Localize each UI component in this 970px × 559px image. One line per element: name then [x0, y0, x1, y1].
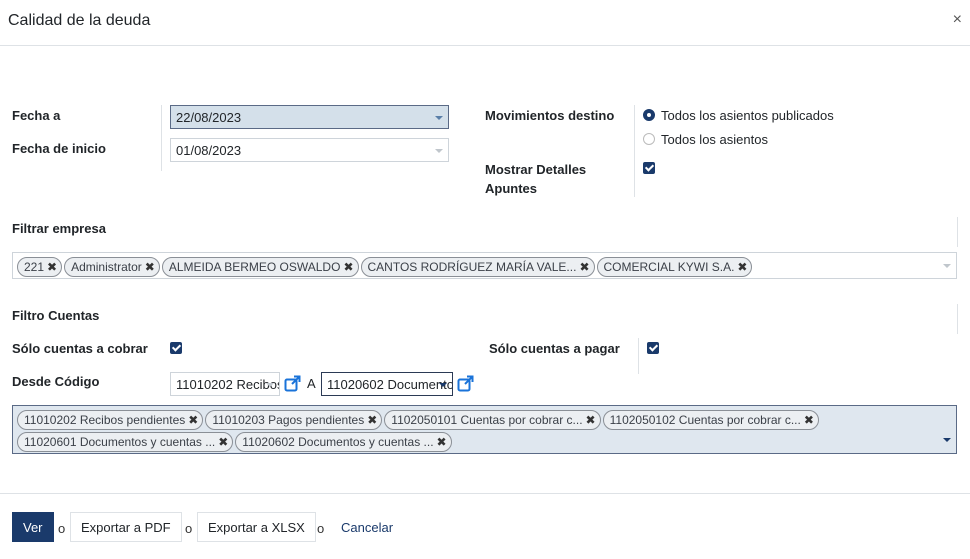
- tag-label: Administrator: [71, 260, 142, 274]
- tag-label: CANTOS RODRÍGUEZ MARÍA VALE...: [367, 260, 577, 274]
- chevron-down-icon[interactable]: [943, 264, 951, 268]
- cuentas-tag-input[interactable]: 11010202 Recibos pendientes ✖ 11010203 Pag…: [12, 405, 957, 454]
- dialog-footer: Ver o Exportar a PDF o Exportar a XLSX o…: [0, 493, 970, 559]
- fecha-inicio-value: 01/08/2023: [176, 143, 242, 158]
- tag-cuenta: 1102050102 Cuentas por cobrar c... ✖: [602, 410, 819, 430]
- desde-codigo-label: Desde Código: [12, 374, 100, 389]
- fecha-a-label: Fecha a: [12, 108, 61, 123]
- divider: [957, 217, 958, 247]
- tag-cuenta: 11020601 Documentos y cuentas ... ✖: [17, 432, 234, 452]
- remove-tag-icon[interactable]: ✖: [586, 413, 596, 427]
- divider: [161, 105, 162, 171]
- detalles-label-1: Mostrar Detalles: [485, 162, 587, 177]
- chevron-down-icon: [435, 149, 443, 153]
- tag-empresa: ALMEIDA BERMEO OSWALDO ✖: [161, 257, 359, 277]
- chevron-down-icon[interactable]: [943, 438, 951, 442]
- remove-tag-icon[interactable]: ✖: [47, 260, 57, 274]
- chevron-down-icon: [439, 383, 447, 387]
- cobrar-checkbox[interactable]: [170, 342, 182, 354]
- tag-label: 11020602 Documentos y cuentas ...: [242, 435, 434, 449]
- tag-cuenta: 11010202 Recibos pendientes ✖: [17, 410, 204, 430]
- pagar-label: Sólo cuentas a pagar: [489, 341, 620, 356]
- to-value: 11020602 Documentos y cuentas: [327, 377, 452, 392]
- divider: [957, 304, 958, 334]
- tag-empresa: Administrator ✖: [64, 257, 160, 277]
- external-link-icon[interactable]: [284, 375, 301, 392]
- remove-tag-icon[interactable]: ✖: [737, 260, 747, 274]
- detalles-checkbox[interactable]: [643, 162, 655, 174]
- close-icon[interactable]: ×: [953, 11, 962, 29]
- or-text: o: [58, 521, 66, 536]
- tag-empresa: 221 ✖: [17, 257, 63, 277]
- tag-cuenta: 11020602 Documentos y cuentas ... ✖: [235, 432, 452, 452]
- fecha-a-value: 22/08/2023: [176, 110, 242, 125]
- remove-tag-icon[interactable]: ✖: [804, 413, 814, 427]
- remove-tag-icon[interactable]: ✖: [145, 260, 155, 274]
- or-text: o: [185, 521, 193, 536]
- radio-todos-label[interactable]: Todos los asientos: [661, 132, 768, 147]
- tag-label: 1102050102 Cuentas por cobrar c...: [609, 413, 801, 427]
- filtrar-empresa-label: Filtrar empresa: [12, 221, 106, 236]
- radio-publicados-label[interactable]: Todos los asientos publicados: [661, 108, 834, 123]
- tag-label: 1102050101 Cuentas por cobrar c...: [391, 413, 583, 427]
- desde-codigo-from-field[interactable]: 11010202 Recibos pendientes: [170, 372, 280, 396]
- fecha-a-field[interactable]: 22/08/2023: [170, 105, 449, 129]
- tag-label: 11010202 Recibos pendientes: [24, 413, 186, 427]
- tag-label: ALMEIDA BERMEO OSWALDO: [168, 260, 341, 274]
- filtro-cuentas-label: Filtro Cuentas: [12, 308, 100, 323]
- tag-empresa: COMERCIAL KYWI S.A. ✖: [596, 257, 753, 277]
- remove-tag-icon[interactable]: ✖: [188, 413, 198, 427]
- movimientos-label: Movimientos destino: [485, 108, 615, 123]
- range-separator: A: [307, 376, 316, 391]
- remove-tag-icon[interactable]: ✖: [343, 260, 353, 274]
- tag-label: 221: [24, 260, 45, 274]
- remove-tag-icon[interactable]: ✖: [367, 413, 377, 427]
- cancel-link[interactable]: Cancelar: [341, 520, 393, 535]
- fecha-inicio-field[interactable]: 01/08/2023: [170, 138, 449, 162]
- detalles-label-2: Apuntes: [485, 181, 537, 196]
- divider: [634, 105, 635, 197]
- tag-empresa: CANTOS RODRÍGUEZ MARÍA VALE... ✖: [360, 257, 595, 277]
- dialog-title: Calidad de la deuda: [8, 12, 151, 29]
- pagar-checkbox[interactable]: [647, 342, 659, 354]
- export-pdf-button[interactable]: Exportar a PDF: [70, 512, 182, 542]
- tag-cuenta: 1102050101 Cuentas por cobrar c... ✖: [384, 410, 601, 430]
- from-value: 11010202 Recibos pendientes: [176, 377, 280, 392]
- empresa-tag-input[interactable]: 221 ✖ Administrator ✖ ALMEIDA BERMEO OSWALDO…: [12, 252, 957, 279]
- remove-tag-icon[interactable]: ✖: [218, 435, 228, 449]
- chevron-down-icon: [266, 383, 274, 387]
- radio-todos[interactable]: [643, 133, 655, 145]
- tag-label: COMERCIAL KYWI S.A.: [603, 260, 735, 274]
- external-link-icon[interactable]: [457, 375, 474, 392]
- tag-label: 11020601 Documentos y cuentas ...: [24, 435, 216, 449]
- ver-button[interactable]: Ver: [12, 512, 54, 542]
- export-xlsx-button[interactable]: Exportar a XLSX: [197, 512, 316, 542]
- or-text: o: [317, 521, 325, 536]
- remove-tag-icon[interactable]: ✖: [437, 435, 447, 449]
- radio-publicados[interactable]: [643, 109, 655, 121]
- desde-codigo-to-field[interactable]: 11020602 Documentos y cuentas: [321, 372, 453, 396]
- divider: [638, 338, 639, 374]
- chevron-down-icon: [435, 116, 443, 120]
- remove-tag-icon[interactable]: ✖: [579, 260, 589, 274]
- dialog-header: Calidad de la deuda ×: [0, 0, 970, 46]
- tag-cuenta: 11010203 Pagos pendientes ✖: [205, 410, 383, 430]
- tag-label: 11010203 Pagos pendientes: [212, 413, 365, 427]
- cobrar-label: Sólo cuentas a cobrar: [12, 341, 148, 356]
- fecha-inicio-label: Fecha de inicio: [12, 141, 106, 156]
